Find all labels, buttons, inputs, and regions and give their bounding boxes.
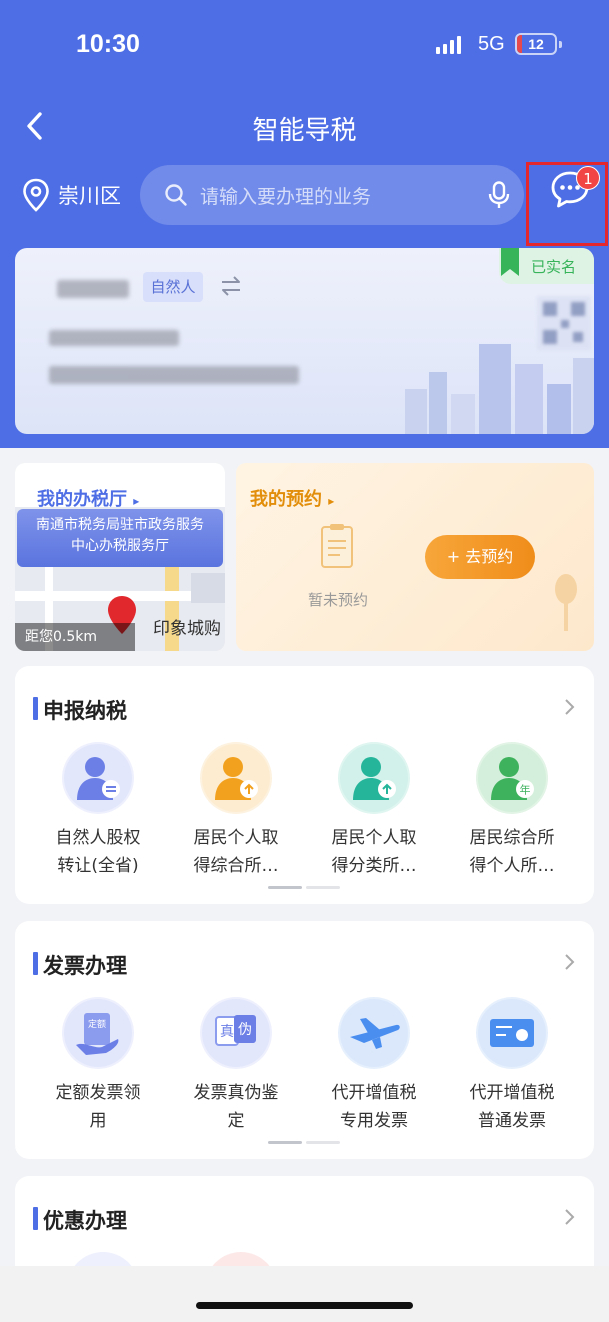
section-invoice: 发票办理 定额 定额发票领用 真 伪 发票真伪鉴 定 代开增值税 专用发票 代开… — [15, 921, 594, 1159]
network-type: 5G — [478, 33, 505, 55]
service-item[interactable]: 真 伪 发票真伪鉴定 — [167, 997, 305, 1135]
status-bar: 10:30 5G 12 — [0, 28, 609, 64]
verify-true-glyph: 真 — [220, 1024, 234, 1040]
section-accent-bar — [33, 697, 38, 720]
appointment-card[interactable]: 我的预约 ▸ 暂未预约 + 去预约 — [236, 463, 594, 651]
search-placeholder: 请输入要办理的业务 — [200, 186, 372, 208]
make-appointment-button[interactable]: + 去预约 — [425, 535, 535, 579]
service-label: 居民综合所 得个人所… — [469, 828, 555, 876]
home-indicator[interactable] — [196, 1302, 413, 1309]
person-type-tag: 自然人 — [143, 272, 203, 302]
city-skyline-illustration — [405, 344, 594, 434]
identity-card[interactable]: 自然人 已实名 — [15, 248, 594, 434]
chevron-right-icon[interactable] — [563, 696, 577, 718]
section-title: 发票办理 — [43, 954, 127, 978]
fixed-invoice-icon: 定额 — [62, 997, 134, 1069]
annual-tag: 年 — [520, 783, 531, 797]
service-label: 代开增值税 专用发票 — [331, 1083, 417, 1131]
status-time: 10:30 — [76, 30, 140, 58]
person-income-icon — [200, 742, 272, 814]
location-pin-icon — [23, 178, 49, 212]
appointment-title[interactable]: 我的预约 ▸ — [250, 485, 334, 511]
chevron-right-icon[interactable] — [563, 1206, 577, 1228]
airplane-icon — [338, 997, 410, 1069]
verified-label: 已实名 — [531, 258, 577, 276]
service-item[interactable]: 代开增值税 专用发票 — [305, 997, 443, 1135]
tax-hall-title[interactable]: 我的办税厅 ▸ — [37, 485, 139, 511]
battery-tip — [559, 41, 562, 48]
ticket-icon — [476, 997, 548, 1069]
service-item[interactable]: 自然人股权 转让(全省) — [29, 742, 167, 880]
chevron-right-icon[interactable] — [563, 951, 577, 973]
redacted-name — [57, 280, 129, 298]
location-label: 崇川区 — [58, 184, 121, 208]
redacted-number — [49, 366, 299, 384]
page-indicator — [268, 886, 340, 889]
tax-hall-card[interactable]: 我的办税厅 ▸ 南通市税务局驻市政务服务 中心办税服务厅 距您0.5km 印象城… — [15, 463, 225, 651]
tree-illustration — [555, 574, 577, 631]
person-transfer-icon — [62, 742, 134, 814]
service-item[interactable]: 年 居民综合所 得个人所… — [443, 742, 581, 880]
location-selector[interactable]: 崇川区 — [22, 176, 121, 214]
service-item[interactable]: 居民个人取 得综合所… — [167, 742, 305, 880]
map-poi-label: 印象城购 — [153, 619, 221, 639]
battery-level: 12 — [528, 36, 544, 52]
fixed-tag: 定额 — [88, 1018, 106, 1030]
microphone-icon[interactable] — [488, 181, 510, 209]
invoice-verify-icon: 真 伪 — [200, 997, 272, 1069]
verified-flag-icon — [501, 248, 519, 276]
service-label: 定额发票领用 — [55, 1083, 141, 1131]
service-label: 居民个人取 得综合所… — [193, 828, 279, 876]
tax-hall-name: 南通市税务局驻市政务服务 中心办税服务厅 — [17, 509, 223, 567]
verify-fake-glyph: 伪 — [238, 1022, 252, 1038]
page-title: 智能导税 — [252, 116, 357, 146]
service-label: 发票真伪鉴定 — [193, 1083, 279, 1131]
section-title: 申报纳税 — [43, 699, 127, 723]
highlight-box — [526, 162, 608, 246]
person-annual-icon: 年 — [476, 742, 548, 814]
verified-tag: 已实名 — [499, 248, 594, 284]
battery-icon: 12 — [515, 33, 557, 55]
search-icon — [165, 184, 187, 206]
service-item[interactable]: 代开增值税 普通发票 — [443, 997, 581, 1135]
section-declare-tax: 申报纳税 自然人股权 转让(全省) 居民个人取 得综合所… 居民个人取 得分类所… — [15, 666, 594, 904]
section-accent-bar — [33, 1207, 38, 1230]
person-classified-icon — [338, 742, 410, 814]
document-icon — [321, 524, 353, 568]
distance-label: 距您0.5km — [15, 623, 135, 651]
section-title: 优惠办理 — [43, 1209, 127, 1233]
service-item[interactable]: 定额 定额发票领用 — [29, 997, 167, 1135]
service-label: 自然人股权 转让(全省) — [55, 828, 141, 876]
service-item[interactable]: 居民个人取 得分类所… — [305, 742, 443, 880]
appointment-empty: 暂未预约 — [308, 591, 369, 609]
swap-icon[interactable] — [219, 274, 243, 298]
bottom-bar — [0, 1266, 609, 1322]
search-input[interactable]: 请输入要办理的业务 — [140, 165, 524, 225]
section-accent-bar — [33, 952, 38, 975]
page-indicator — [268, 1141, 340, 1144]
service-label: 代开增值税 普通发票 — [469, 1083, 555, 1131]
signal-icon — [436, 36, 461, 54]
redacted-id — [49, 330, 179, 346]
service-label: 居民个人取 得分类所… — [331, 828, 417, 876]
